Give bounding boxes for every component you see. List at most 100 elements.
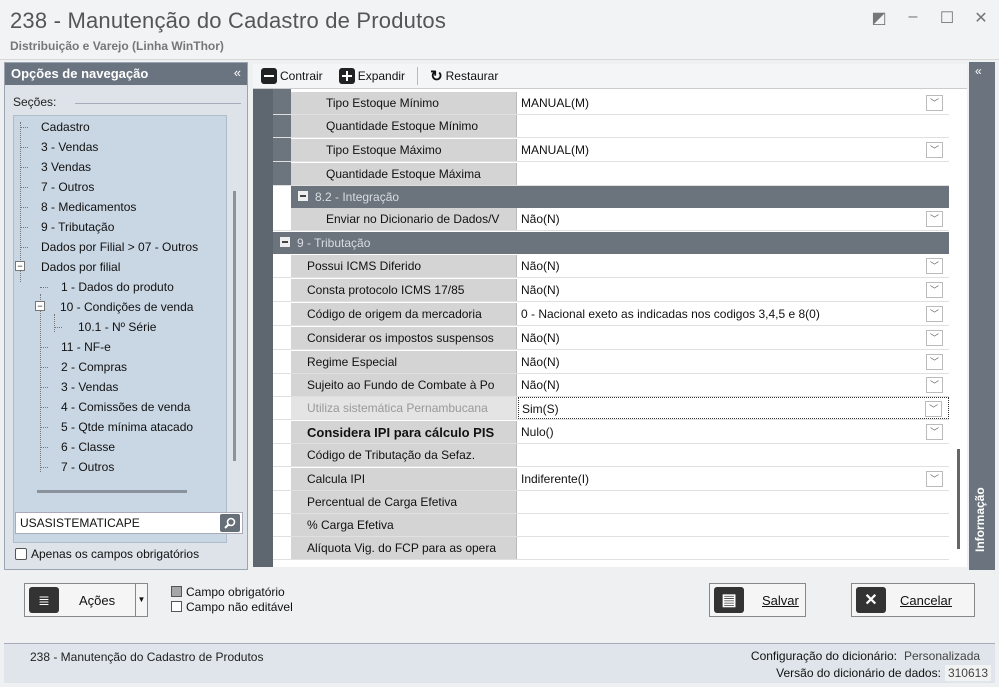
collapse-all-button[interactable]: Contrair (253, 64, 331, 89)
grid-vertical-scrollbar[interactable] (957, 449, 960, 549)
chevron-down-icon[interactable]: ﹀ (926, 306, 943, 322)
grid-row[interactable]: Tipo Estoque Máximo MANUAL(M) ﹀ (273, 139, 949, 162)
grid-row[interactable]: Sujeito ao Fundo de Combate à Po Não(N) ﹀ (273, 374, 949, 397)
grid-value-text: Sim(S) (522, 402, 559, 416)
grid-row[interactable]: Quantidade Estoque Mínimo (273, 115, 949, 138)
grid-row[interactable]: Código de Tributação da Sefaz. (273, 444, 949, 467)
collapse-group-icon[interactable] (298, 191, 308, 201)
tree-item[interactable]: 3 - Vendas (61, 380, 118, 394)
grid-row-value[interactable]: Não(N) ﹀ (518, 374, 949, 396)
chevron-down-icon[interactable]: ﹀ (926, 258, 943, 274)
grid-row[interactable]: Considera IPI para cálculo PIS Nulo() ﹀ (273, 421, 949, 444)
collapse-nav-icon[interactable]: « (234, 65, 241, 80)
tree-item[interactable]: 3 - Vendas (41, 140, 98, 154)
chevron-down-icon[interactable]: ﹀ (926, 95, 943, 111)
chevron-down-icon[interactable]: ﹀ (926, 354, 943, 370)
status-version: Versão do dicionário de dados: 310613 (776, 665, 991, 681)
restore-button[interactable]: ↻ Restaurar (422, 64, 506, 89)
grid-row[interactable]: % Carga Efetiva (273, 514, 949, 537)
expand-all-label: Expandir (357, 69, 406, 83)
grid-row-value[interactable] (518, 491, 949, 513)
actions-button[interactable]: ≣ Ações ▼ (24, 583, 148, 617)
chevron-down-icon[interactable]: ﹀ (926, 282, 943, 298)
tree-item[interactable]: Dados por Filial > 07 - Outros (41, 240, 198, 254)
grid-row-value[interactable]: MANUAL(M) ﹀ (518, 139, 949, 161)
tree-item[interactable]: 4 - Comissões de venda (61, 400, 190, 414)
grid-row[interactable]: Quantidade Estoque Máxima (273, 163, 949, 186)
tree-item[interactable]: Dados por filial (41, 260, 120, 274)
grid-row-value[interactable]: Não(N) ﹀ (518, 208, 949, 230)
tree-vertical-scrollbar[interactable] (233, 191, 236, 461)
grid-row[interactable]: Regime Especial Não(N) ﹀ (273, 351, 949, 374)
grid-row-value[interactable] (518, 163, 949, 185)
save-button[interactable]: ▤ Salvar (709, 583, 806, 617)
grid-row[interactable]: Calcula IPI Indiferente(I) ﹀ (273, 468, 949, 491)
grid-row[interactable]: Percentual de Carga Efetiva (273, 491, 949, 514)
chevron-down-icon[interactable]: ﹀ (926, 471, 943, 487)
tree-horizontal-scrollbar[interactable] (37, 490, 187, 493)
grid-row-label: % Carga Efetiva (291, 514, 517, 536)
required-only-checkbox[interactable]: Apenas os campos obrigatórios (15, 547, 199, 561)
tree-item[interactable]: 6 - Classe (61, 440, 115, 454)
tree-item[interactable]: 8 - Medicamentos (41, 200, 136, 214)
tree-item[interactable]: 10 - Condições de venda (60, 300, 193, 314)
tree-item[interactable]: 9 - Tributação (41, 220, 114, 234)
chevron-down-icon[interactable]: ▼ (135, 584, 147, 616)
tree-item[interactable]: 11 - NF-e (61, 340, 111, 354)
cancel-button[interactable]: ✕ Cancelar (851, 583, 975, 617)
close-icon[interactable]: ✕ (973, 8, 989, 28)
chevron-down-icon[interactable]: ﹀ (926, 142, 943, 158)
grid-row-value[interactable] (518, 444, 949, 466)
grid-row[interactable]: Consta protocolo ICMS 17/85 Não(N) ﹀ (273, 279, 949, 302)
grid-row-value[interactable] (518, 115, 949, 137)
checkbox-icon[interactable] (15, 548, 27, 560)
tree-item[interactable]: 1 - Dados do produto (61, 280, 174, 294)
grid-row[interactable]: Considerar os impostos suspensos Não(N) ﹀ (273, 327, 949, 350)
tree-item[interactable]: 2 - Compras (61, 360, 127, 374)
minimize-icon[interactable]: – (905, 8, 921, 28)
tree-item[interactable]: 10.1 - Nº Série (78, 320, 156, 334)
tree-item[interactable]: 5 - Qtde mínima atacado (61, 420, 193, 434)
grid-row[interactable]: Enviar no Dicionario de Dados/V Não(N) ﹀ (273, 208, 949, 231)
grid-row[interactable]: Código de origem da mercadoria 0 - Nacio… (273, 303, 949, 326)
group-header-tax[interactable]: 9 - Tributação (273, 232, 949, 254)
field-search-input[interactable]: USASISTEMATICAPE (15, 512, 243, 534)
grid-row-selected[interactable]: Utiliza sistemática Pernambucana Sim(S) ﹀ (273, 397, 949, 420)
grid-row-value[interactable]: Não(N) ﹀ (518, 351, 949, 373)
grid-value-text: Não(N) (521, 212, 560, 226)
grid-row-value[interactable]: Não(N) ﹀ (518, 327, 949, 349)
search-button[interactable] (220, 514, 240, 532)
grid-row-value[interactable]: Não(N) ﹀ (518, 255, 949, 277)
grid-row-value[interactable]: Não(N) ﹀ (518, 279, 949, 301)
sections-tree[interactable]: Cadastro 3 - Vendas 3 Vendas 7 - Outros … (13, 115, 227, 543)
grid-row-value[interactable]: Indiferente(I) ﹀ (518, 468, 949, 490)
collapse-node-icon[interactable]: − (35, 301, 45, 311)
chevron-down-icon[interactable]: ﹀ (926, 211, 943, 227)
maximize-icon[interactable]: ☐ (939, 8, 955, 28)
group-header-integration[interactable]: 8.2 - Integração (291, 186, 949, 208)
collapse-group-icon[interactable] (280, 237, 290, 247)
pin-icon[interactable]: ◩ (871, 8, 887, 28)
grid-row[interactable]: Alíquota Vig. do FCP para as opera (273, 537, 949, 560)
grid-row-value[interactable] (518, 514, 949, 536)
grid-row-value[interactable]: Nulo() ﹀ (518, 421, 949, 443)
chevron-down-icon[interactable]: ﹀ (925, 401, 942, 417)
tree-item[interactable]: 7 - Outros (41, 180, 94, 194)
expand-info-icon[interactable]: « (975, 64, 982, 78)
tree-item[interactable]: 3 Vendas (41, 160, 91, 174)
grid-row-value[interactable]: MANUAL(M) ﹀ (518, 92, 949, 114)
grid-row-label: Percentual de Carga Efetiva (291, 491, 517, 513)
info-sidebar[interactable]: « Informação (969, 62, 995, 570)
grid-row-value[interactable]: Sim(S) ﹀ (518, 397, 949, 419)
grid-row-value[interactable] (518, 537, 949, 559)
grid-row[interactable]: Possui ICMS Diferido Não(N) ﹀ (273, 255, 949, 278)
grid-row[interactable]: Tipo Estoque Mínimo MANUAL(M) ﹀ (273, 92, 949, 115)
collapse-node-icon[interactable]: − (15, 261, 25, 271)
chevron-down-icon[interactable]: ﹀ (926, 330, 943, 346)
tree-item[interactable]: 7 - Outros (61, 460, 114, 474)
chevron-down-icon[interactable]: ﹀ (926, 377, 943, 393)
expand-all-button[interactable]: Expandir (331, 64, 413, 89)
tree-item[interactable]: Cadastro (41, 120, 90, 134)
chevron-down-icon[interactable]: ﹀ (926, 424, 943, 440)
grid-row-value[interactable]: 0 - Nacional exeto as indicadas nos codi… (518, 303, 949, 325)
